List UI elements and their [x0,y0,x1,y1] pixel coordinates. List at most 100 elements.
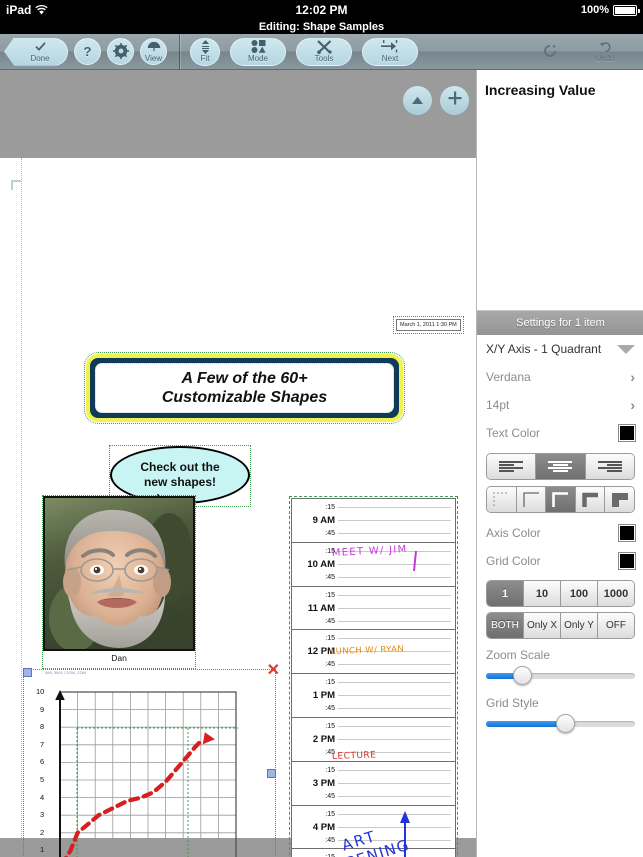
settings-sidebar: Increasing Value Settings for 1 item X/Y… [476,70,643,857]
grid-style-knob[interactable] [555,714,575,733]
text-color-swatch[interactable] [618,424,636,442]
scale-option-100[interactable]: 100 [561,581,598,606]
planner-hour-block[interactable]: :15 2 PM:45 [292,718,455,762]
grid-color-label: Grid Color [486,554,541,568]
planner-rule-line [338,563,451,565]
planner-hour-label: 9 AM [312,515,335,526]
zoom-scale-slider[interactable] [486,665,635,687]
scale-option-1[interactable]: 1 [487,581,524,606]
tools-button[interactable]: Tools [296,37,352,66]
chart-delete-icon[interactable]: ✕ [267,663,280,679]
refresh-button[interactable] [536,38,563,65]
planner-hour-label: 4 PM [312,821,335,833]
chevron-right-icon: › [630,397,635,413]
xy-axis-chart-shape[interactable]: 469, 3901 / 2294, 2269 ✕ 1 2 3 4 5 6 7 8… [23,663,280,857]
axis-style-extra-thick-button[interactable] [605,487,634,512]
grid-style-slider[interactable] [486,713,635,735]
chart-handle-top-left[interactable] [23,668,32,677]
planner-quarter-row: :15 [292,808,455,821]
chart-handle-right[interactable] [267,769,276,778]
next-button[interactable]: Next [362,37,418,66]
font-size-row[interactable]: 14pt › [486,391,635,419]
axis-style-thick-button[interactable] [575,487,606,512]
datestamp-shape[interactable]: March 1, 2011 1:30 PM [393,316,464,334]
planner-rule-line [338,738,451,740]
axis-visibility-option-only-y[interactable]: Only Y [561,613,598,638]
settings-body: X/Y Axis - 1 Quadrant Verdana › 14pt › T… [477,335,643,735]
axis-style-medium-button[interactable] [546,487,576,512]
help-button[interactable]: ? [74,38,101,65]
view-button[interactable]: View [140,38,167,65]
done-button[interactable]: Done [4,37,68,66]
planner-hour-block[interactable]: :15 12 PM:45 [292,630,455,675]
axis-style-thin-button[interactable] [516,487,547,512]
title-banner-shape[interactable]: A Few of the 60+ Customizable Shapes [84,352,405,424]
canvas-add-button[interactable] [440,86,469,115]
axis-visibility-option-only-x[interactable]: Only X [524,613,561,638]
medium-corner-icon [552,492,569,507]
planner-hour-block[interactable]: :15 11 AM:45 [292,587,455,631]
axis-visibility-option-off[interactable]: OFF [598,613,634,638]
axis-visibility-segmented-control[interactable]: BOTH Only X Only Y OFF [486,612,635,639]
document-title-bar: Editing: Shape Samples [0,20,643,34]
align-left-button[interactable] [487,454,537,479]
planner-hour-block[interactable]: :155 PM:45 [292,849,455,857]
plus-icon [448,91,462,110]
planner-hour-block[interactable]: :15 4 PM:45 [292,806,455,850]
extra-thick-corner-icon [611,493,628,507]
scale-option-10[interactable]: 10 [524,581,561,606]
planner-shape[interactable]: :15 9 AM:45:15 10 AM:45:15 11 AM:45:15 12 PM… [289,496,458,857]
planner-rule-line [338,651,451,653]
align-right-button[interactable] [585,454,634,479]
undo-button[interactable]: Undo [573,38,637,66]
settings-button[interactable] [107,38,134,65]
planner-minute-label: :45 [325,705,335,713]
planner-minute-label: :45 [325,573,335,581]
planner-minute-label: :45 [325,748,335,756]
planner-rule-line [338,695,451,697]
planner-hour-row: 1 PM [292,689,455,702]
chevron-right-icon: › [630,369,635,385]
scale-option-1000[interactable]: 1000 [598,581,634,606]
planner-hour-block[interactable]: :15 10 AM :45 [292,543,455,587]
title-line-1: A Few of the 60+ [181,370,308,387]
planner-hour-block[interactable]: :15 9 AM:45 [292,499,455,543]
planner-hour-row: 9 AM [292,514,455,527]
planner-rule-line [338,708,451,710]
planner-quarter-row: :45 [292,790,455,803]
axis-color-swatch[interactable] [618,524,636,542]
grid-color-row[interactable]: Grid Color [486,547,636,575]
text-alignment-segmented-control[interactable] [486,453,635,480]
grid-color-swatch[interactable] [618,552,636,570]
fit-button[interactable]: Fit [190,37,220,66]
chart-coordinate-readout: 469, 3901 / 2294, 2269 [45,670,87,675]
align-center-button[interactable] [536,454,586,479]
planner-quarter-row: :45 [292,702,455,715]
shape-type-dropdown[interactable]: X/Y Axis - 1 Quadrant [486,335,635,363]
dotted-grid-icon [493,492,508,506]
document-page[interactable]: March 1, 2011 1:30 PM A Few of the 60+ C… [0,158,476,857]
canvas-scroll-up-button[interactable] [403,86,432,115]
axis-style-segmented-control[interactable] [486,486,635,513]
text-color-row[interactable]: Text Color [486,419,636,447]
shape-type-value: X/Y Axis - 1 Quadrant [486,342,602,356]
planner-hour-label: 10 AM [307,558,335,570]
axis-style-dotted-button[interactable] [487,487,517,512]
zoom-scale-knob[interactable] [512,666,532,685]
axis-visibility-option-both[interactable]: BOTH [487,613,524,638]
planner-quarter-row: :15 [292,851,455,857]
planner-hour-block[interactable]: :15 3 PM:45 [292,762,455,806]
planner-minute-label: :15 [325,547,335,555]
document-canvas[interactable]: March 1, 2011 1:30 PM A Few of the 60+ C… [0,70,476,857]
axis-color-row[interactable]: Axis Color [486,519,636,547]
planner-rule-line [338,664,451,666]
planner-hours-list: :15 9 AM:45:15 10 AM:45:15 11 AM:45:15 12 PM… [292,499,455,857]
planner-hour-block[interactable]: :15 1 PM:45 [292,674,455,718]
planner-minute-label: :15 [325,766,335,774]
question-mark-icon: ? [83,44,92,59]
photo-shape[interactable]: Dan [42,495,196,669]
scale-segmented-control[interactable]: 1 10 100 1000 [486,580,635,607]
planner-rule-line [338,550,451,552]
font-row[interactable]: Verdana › [486,363,635,391]
mode-button[interactable]: Mode [230,37,286,66]
